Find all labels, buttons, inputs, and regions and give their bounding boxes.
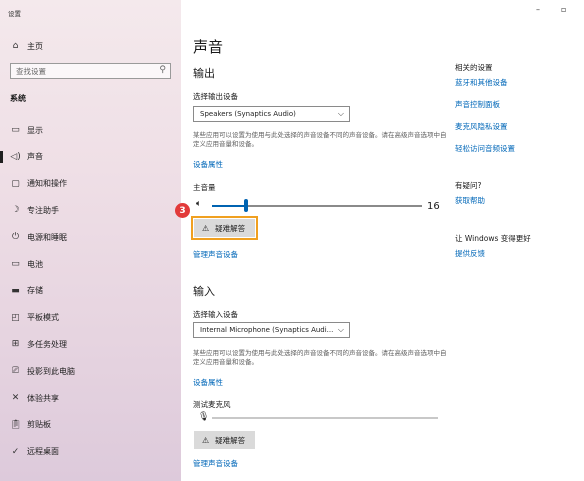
sidebar-item-5[interactable]: ▭ 电池 [0,253,181,275]
window-title: 设置 [8,10,21,18]
output-device-properties-link[interactable]: 设备属性 [193,159,223,170]
sidebar-item-12[interactable]: ✓ 远程桌面 [0,441,181,463]
sidebar-item-label: 存储 [27,286,43,296]
remote-icon: ✓ [11,446,20,457]
chevron-down-icon: ⌵ [337,109,344,118]
sidebar-item-label: 通知和操作 [27,179,67,189]
search-icon: ⚲ [159,65,166,75]
sidebar-item-1[interactable]: ◁) 声音 [0,146,181,168]
search-input[interactable]: 查找设置 ⚲ [10,63,171,79]
troubleshoot-label: 疑难解答 [215,223,246,233]
output-note: 某些应用可以设置为使用与此处选择的声音设备不同的声音设备。请在高级声音选项中自定… [193,131,447,148]
sidebar-item-label: 平板模式 [27,313,59,323]
sidebar-item-3[interactable]: ☽ 专注助手 [0,199,181,221]
input-heading: 输入 [193,285,215,298]
volume-slider-thumb[interactable] [243,199,248,212]
sidebar-item-6[interactable]: ▬ 存储 [0,280,181,302]
related-settings-heading: 相关的设置 [455,63,493,72]
speaker-icon: ◁) [10,151,21,162]
sidebar-item-2[interactable]: ▢ 通知和操作 [0,173,181,195]
sidebar-item-10[interactable]: ✕ 体验共享 [0,387,181,409]
related-link-bluetooth[interactable]: 蓝牙和其他设备 [455,77,508,88]
test-mic-label: 测试麦克风 [193,400,231,409]
sidebar-item-label: 远程桌面 [27,447,59,457]
output-device-dropdown[interactable]: Speakers (Synaptics Audio) ⌵ [193,106,350,122]
clipboard-icon: 📋︎ [9,419,22,430]
speaker-icon: 🔈︎ [196,199,202,209]
sidebar-item-home[interactable]: ⌂ 主页 [0,35,181,57]
related-link-sound-control-panel[interactable]: 声音控制面板 [455,99,500,110]
input-device-label: 选择输入设备 [193,310,238,319]
input-manage-devices-link[interactable]: 管理声音设备 [193,458,238,469]
sidebar-item-7[interactable]: ◰ 平板模式 [0,307,181,329]
sidebar-item-0[interactable]: ▭ 显示 [0,119,181,141]
search-placeholder: 查找设置 [16,66,46,76]
tablet-icon: ◰ [11,312,20,323]
sidebar-item-11[interactable]: 📋︎ 剪贴板 [0,414,181,436]
sidebar: 设置 ⌂ 主页 查找设置 ⚲ 系统 ▭ 显示 ◁) 声音 ▢ 通知和操作 ☽ 专注助手 ⏻ 电源和… [0,0,181,481]
output-heading: 输出 [193,67,215,80]
sidebar-item-9[interactable]: ⎚ 投影到此电脑 [0,360,181,382]
notification-icon: ▢ [11,178,20,189]
home-icon: ⌂ [12,41,19,51]
step-badge: 3 [175,203,190,218]
sidebar-item-label: 主页 [27,41,43,51]
feedback-link[interactable]: 提供反馈 [455,248,485,259]
page-title: 声音 [193,38,224,56]
minimize-button[interactable]: – [536,5,540,14]
output-device-label: 选择输出设备 [193,92,238,101]
help-heading: 有疑问? [455,181,482,190]
master-volume-label: 主音量 [193,183,216,192]
restore-button[interactable]: ▫ [561,5,566,14]
share-icon: ✕ [11,393,20,403]
volume-slider-fill [212,205,246,207]
multitask-icon: ⊞ [11,339,20,350]
sidebar-section-title: 系统 [10,94,26,103]
improve-windows-heading: 让 Windows 变得更好 [455,234,531,243]
microphone-icon: 🎙︎ [198,412,210,422]
sidebar-item-label: 投影到此电脑 [27,366,75,376]
storage-icon: ▬ [11,285,20,296]
input-device-properties-link[interactable]: 设备属性 [193,377,223,388]
sidebar-item-4[interactable]: ⏻ 电源和睡眠 [0,226,181,248]
sidebar-item-8[interactable]: ⊞ 多任务处理 [0,333,181,355]
input-note: 某些应用可以设置为使用与此处选择的声音设备不同的声音设备。请在高级声音选项中自定… [193,349,447,366]
sidebar-item-label: 剪贴板 [27,420,51,430]
moon-icon: ☽ [11,205,20,216]
volume-value: 16 [427,201,440,212]
sidebar-item-label: 显示 [27,125,43,135]
input-device-value: Internal Microphone (Synaptics Audi... [200,326,334,334]
chevron-down-icon: ⌵ [337,325,344,334]
related-link-mic-privacy[interactable]: 麦克风隐私设置 [455,121,508,132]
sidebar-item-label: 声音 [27,152,43,162]
mic-level-meter [212,417,438,419]
power-icon: ⏻ [11,232,20,243]
warning-icon: ⚠ [202,435,210,445]
related-link-accessibility-audio[interactable]: 轻松访问音频设置 [455,143,515,154]
sidebar-item-label: 电池 [27,259,43,269]
sidebar-item-label: 电源和睡眠 [27,232,67,242]
get-help-link[interactable]: 获取帮助 [455,195,485,206]
output-device-value: Speakers (Synaptics Audio) [200,110,296,118]
sidebar-item-label: 专注助手 [27,205,59,215]
input-troubleshoot-button[interactable]: ⚠ 疑难解答 [194,431,255,449]
project-icon: ⎚ [11,366,20,377]
volume-slider-track[interactable] [212,199,422,212]
sidebar-item-label: 多任务处理 [27,339,67,349]
warning-icon: ⚠ [202,223,210,233]
troubleshoot-label: 疑难解答 [215,435,246,445]
display-icon: ▭ [11,125,20,135]
sidebar-item-label: 体验共享 [27,393,59,403]
output-manage-devices-link[interactable]: 管理声音设备 [193,249,238,260]
input-device-dropdown[interactable]: Internal Microphone (Synaptics Audi... ⌵ [193,322,350,338]
battery-icon: ▭ [11,259,20,269]
output-troubleshoot-button[interactable]: ⚠ 疑难解答 [194,219,255,237]
